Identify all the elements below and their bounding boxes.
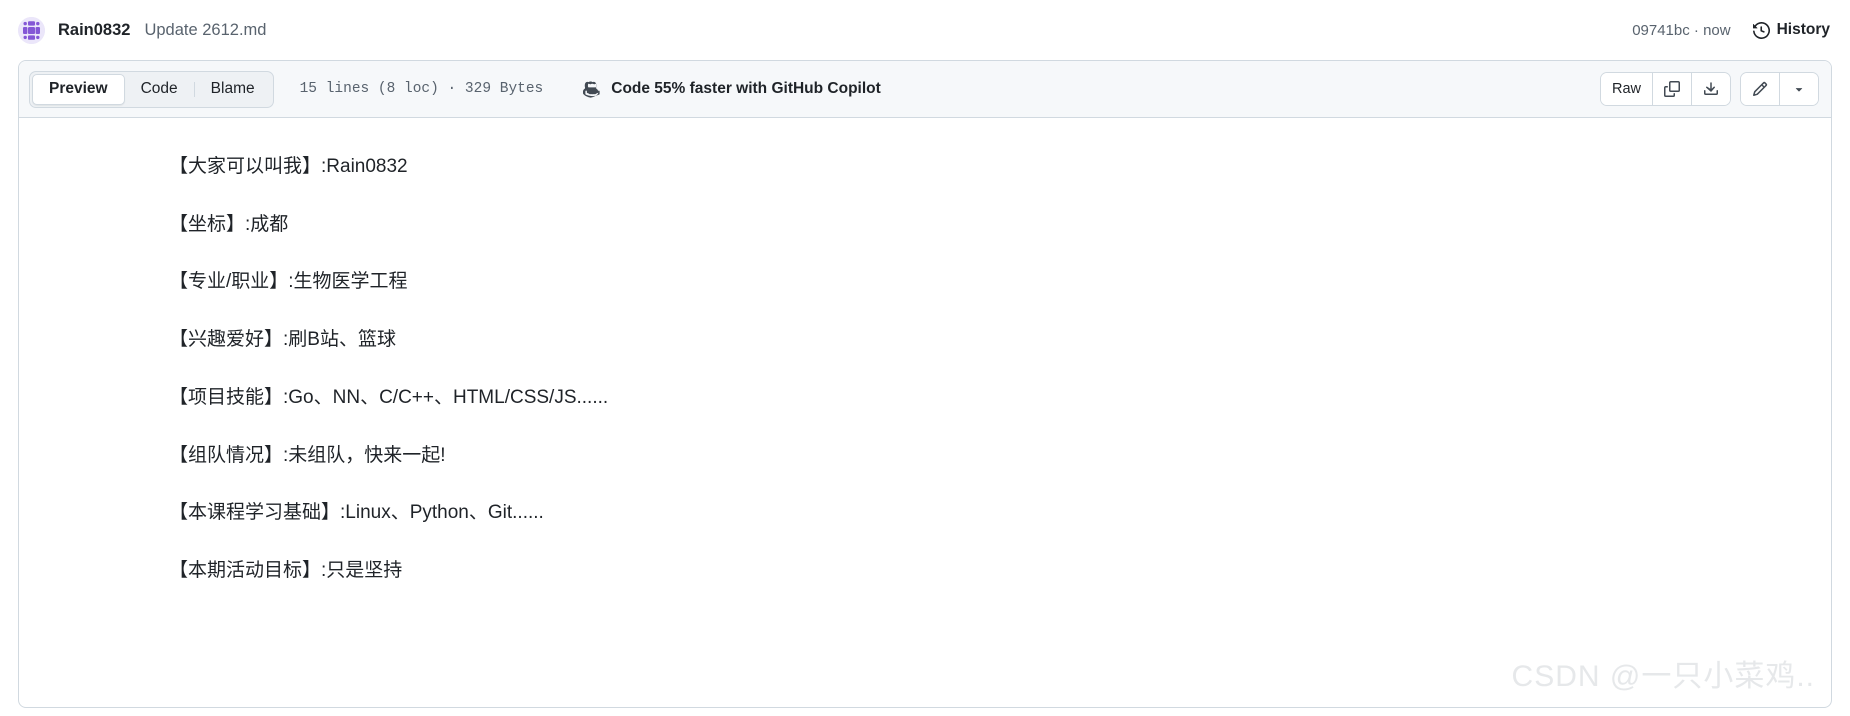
markdown-paragraph: 【大家可以叫我】:Rain0832 xyxy=(169,156,408,177)
file-stats: 15 lines (8 loc) · 329 Bytes xyxy=(299,81,544,97)
markdown-paragraph: 【本期活动目标】:只是坚持 xyxy=(169,560,403,582)
tab-preview-label: Preview xyxy=(49,80,108,97)
copy-icon-svg xyxy=(1664,81,1680,97)
markdown-paragraph: 【本课程学习基础】:Linux、Python、Git...... xyxy=(169,502,544,524)
csdn-watermark: CSDN @一只小菜鸡.. xyxy=(1511,660,1815,693)
pencil-edit-icon xyxy=(1752,81,1768,97)
markdown-paragraph: 【组队情况】:未组队，快来一起! xyxy=(169,444,446,466)
chevron-down-icon-svg xyxy=(1795,88,1803,92)
raw-copy-download-group: Raw xyxy=(1599,72,1731,106)
copy-icon xyxy=(1664,81,1680,97)
commit-message[interactable]: Update 2612.md xyxy=(144,21,266,40)
raw-button-label: Raw xyxy=(1611,81,1641,97)
edit-button[interactable] xyxy=(1741,73,1780,105)
github-file-preview-page: Rain0832 Update 2612.md 09741bc · now Hi… xyxy=(0,0,1850,716)
history-clock-icon-svg xyxy=(1752,21,1770,39)
markdown-preview-body: 【大家可以叫我】:Rain0832 【坐标】:成都 【专业/职业】:生物医学工程… xyxy=(19,118,1831,707)
download-icon-svg xyxy=(1704,82,1718,95)
view-tabs: Preview Code Blame xyxy=(29,70,274,108)
markdown-paragraph: 【项目技能】:Go、NN、C/C++、HTML/CSS/JS...... xyxy=(169,386,609,408)
tab-code-label: Code xyxy=(140,80,178,97)
copy-button[interactable] xyxy=(1653,73,1692,105)
avatar-identicon-svg xyxy=(18,16,45,44)
download-icon xyxy=(1703,81,1719,97)
markdown-paragraph: 【专业/职业】:生物医学工程 xyxy=(169,271,408,293)
download-button[interactable] xyxy=(1692,73,1730,105)
pencil-edit-icon-svg xyxy=(1752,81,1768,97)
edit-more-button[interactable] xyxy=(1780,73,1818,105)
commit-author[interactable]: Rain0832 xyxy=(58,21,130,40)
tab-blame-label: Blame xyxy=(210,80,255,97)
markdown-paragraph: 【坐标】:成都 xyxy=(169,213,289,235)
tab-code[interactable]: Code xyxy=(125,74,194,105)
copilot-cta-label: Code 55% faster with GitHub Copilot xyxy=(611,80,881,97)
tab-preview[interactable]: Preview xyxy=(32,73,125,105)
copilot-cta-button[interactable]: Code 55% faster with GitHub Copilot xyxy=(583,80,881,99)
commit-header-right: 09741bc · now History xyxy=(1632,21,1830,39)
history-clock-icon xyxy=(1752,21,1770,39)
file-toolbar: Preview Code Blame 15 lines (8 loc) · 32… xyxy=(19,61,1831,118)
chevron-down-icon xyxy=(1792,82,1806,96)
raw-button[interactable]: Raw xyxy=(1600,73,1653,105)
history-button[interactable]: History xyxy=(1752,21,1830,39)
copilot-icon-svg xyxy=(583,81,600,98)
markdown-paragraph: 【兴趣爱好】:刷B站、篮球 xyxy=(169,329,396,351)
copilot-icon xyxy=(583,80,602,99)
edit-group xyxy=(1740,72,1819,106)
tab-blame[interactable]: Blame xyxy=(195,74,271,105)
commit-sha-and-time[interactable]: 09741bc · now xyxy=(1632,22,1730,39)
markdown-content: 【大家可以叫我】:Rain0832 【坐标】:成都 【专业/职业】:生物医学工程… xyxy=(19,152,1831,586)
file-toolbar-actions: Raw xyxy=(1599,72,1819,106)
history-button-label: History xyxy=(1776,21,1830,38)
file-container: Preview Code Blame 15 lines (8 loc) · 32… xyxy=(18,60,1832,708)
commit-header: Rain0832 Update 2612.md 09741bc · now Hi… xyxy=(0,0,1850,60)
user-avatar-identicon[interactable] xyxy=(18,16,45,44)
